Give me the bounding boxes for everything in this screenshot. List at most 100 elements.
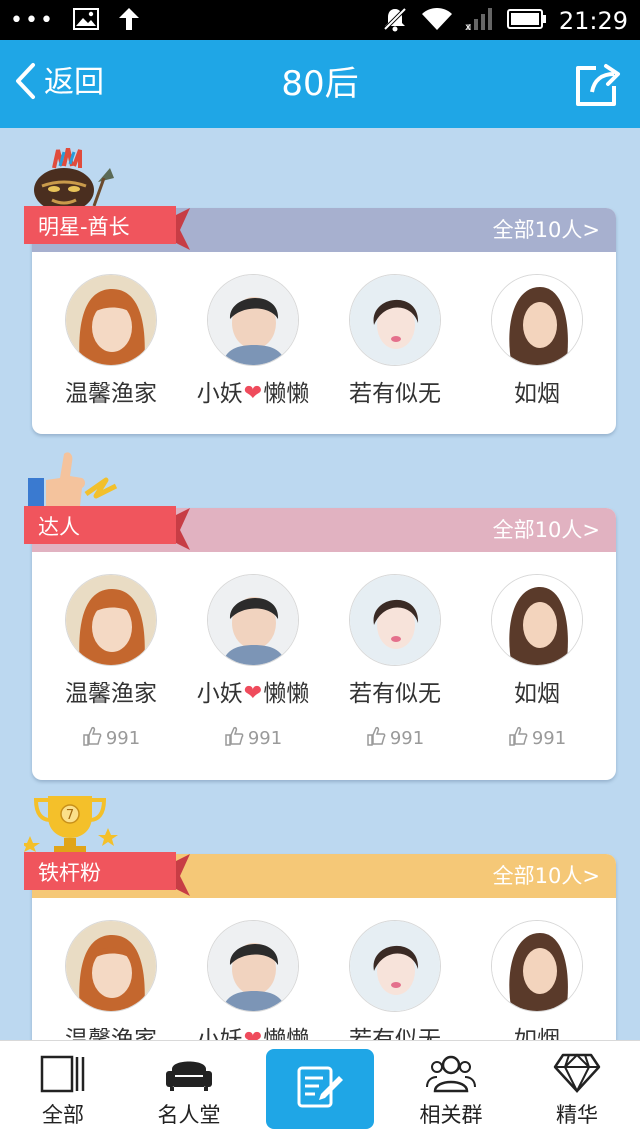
sofa-icon [164,1053,214,1097]
avatar [207,274,299,366]
trophy-icon: 7 [20,792,124,856]
avatar [491,274,583,366]
tab-all[interactable]: 全部 [0,1041,126,1136]
member-name: 若有似无 [349,681,441,707]
avatar [65,274,157,366]
member-name-part: 懒懒 [263,381,310,407]
clock: 21:29 [558,7,628,35]
like-number: 991 [389,728,425,749]
share-button[interactable] [574,62,622,112]
avatar [65,920,157,1012]
member-name: 如烟 [514,681,560,707]
view-all-link[interactable]: 全部10人> [493,861,600,891]
member-list: 温馨渔家 小妖 ❤ 懒懒 若有似无 如烟 [32,898,616,1040]
like-count[interactable]: 991 [366,726,424,751]
member-name: 温馨渔家 [65,681,157,707]
chief-mask-icon [24,147,120,214]
member-item[interactable]: 温馨渔家 [40,252,182,410]
like-number: 991 [247,728,283,749]
battery-icon [506,8,547,34]
member-item[interactable]: 如烟 991 [466,552,608,751]
member-list: 温馨渔家 小妖 ❤ 懒懒 若有似无 如烟 [32,252,616,410]
like-count[interactable]: 991 [224,726,282,751]
avatar [349,274,441,366]
member-name: 小妖 ❤ 懒懒 [197,378,309,410]
thumbs-up-icon [24,450,120,514]
member-name-part: 懒懒 [263,681,310,707]
avatar [349,920,441,1012]
tab-hall-of-fame[interactable]: 名人堂 [126,1041,252,1136]
tab-bar: 全部 名人堂 相关群 精华 [0,1040,640,1136]
member-item[interactable]: 若有似无 [324,252,466,410]
panels-icon [40,1053,86,1097]
member-item[interactable]: 如烟 [466,252,608,410]
member-item[interactable]: 温馨渔家 991 [40,552,182,751]
member-name: 如烟 [514,1027,560,1040]
status-bar: ••• x 21:29 [0,0,640,40]
section-ribbon: 铁杆粉 [24,852,190,896]
member-item[interactable]: 小妖 ❤ 懒懒 [182,252,324,410]
member-name: 温馨渔家 [65,381,157,407]
content-area[interactable]: 全部10人> 温馨渔家 小妖 ❤ 懒懒 若有似无 如烟 明星-酋长 全部10人>… [0,128,640,1040]
section-ribbon: 达人 [24,506,190,550]
upload-icon [117,6,141,36]
like-number: 991 [531,728,567,749]
member-name: 如烟 [514,381,560,407]
member-name: 小妖 ❤ 懒懒 [197,678,309,710]
notification-dots: ••• [10,8,55,33]
tab-label: 全部 [42,1103,84,1127]
member-name-part: 小妖 [196,381,243,407]
avatar [491,920,583,1012]
mute-icon [381,5,409,37]
section-title: 铁杆粉 [38,861,101,885]
avatar [207,920,299,1012]
compose-button[interactable] [266,1049,374,1129]
tab-label: 名人堂 [157,1103,221,1127]
tab-related-groups[interactable]: 相关群 [388,1041,514,1136]
member-item[interactable]: 小妖 ❤ 懒懒 991 [182,552,324,751]
member-name: 温馨渔家 [65,1027,157,1040]
heart-icon: ❤ [243,681,263,706]
tab-featured[interactable]: 精华 [514,1041,640,1136]
heart-icon: ❤ [243,1027,263,1040]
member-item[interactable]: 小妖 ❤ 懒懒 [182,898,324,1040]
member-name-part: 懒懒 [263,1027,310,1040]
share-icon [574,64,622,112]
member-name: 若有似无 [349,1027,441,1040]
member-name-part: 小妖 [196,1027,243,1040]
avatar [65,574,157,666]
member-name: 若有似无 [349,381,441,407]
section-title: 达人 [38,515,80,539]
avatar [349,574,441,666]
trophy-number: 7 [66,808,74,823]
page-title: 80后 [281,64,359,104]
compose-icon [295,1062,345,1116]
heart-icon: ❤ [243,381,263,406]
member-name: 小妖 ❤ 懒懒 [197,1024,309,1040]
view-all-link[interactable]: 全部10人> [493,515,600,545]
member-item[interactable]: 若有似无 [324,898,466,1040]
view-all-link[interactable]: 全部10人> [493,215,600,245]
member-list: 温馨渔家 991 小妖 ❤ 懒懒 991 若有似无 991 如烟 991 [32,552,616,751]
thumb-icon [82,726,102,751]
thumb-icon [508,726,528,751]
thumb-icon [224,726,244,751]
group-icon [425,1053,477,1097]
image-icon [72,8,99,34]
avatar [207,574,299,666]
like-number: 991 [105,728,141,749]
like-count[interactable]: 991 [82,726,140,751]
wifi-icon [421,6,453,36]
like-count[interactable]: 991 [508,726,566,751]
member-name-part: 小妖 [196,681,243,707]
diamond-icon [553,1053,601,1097]
tab-label: 相关群 [419,1103,483,1127]
signal-icon: x [465,6,495,36]
member-item[interactable]: 若有似无 991 [324,552,466,751]
section-ribbon: 明星-酋长 [24,206,190,250]
avatar [491,574,583,666]
member-item[interactable]: 如烟 [466,898,608,1040]
thumb-icon [366,726,386,751]
tab-label: 精华 [556,1103,598,1127]
member-item[interactable]: 温馨渔家 [40,898,182,1040]
